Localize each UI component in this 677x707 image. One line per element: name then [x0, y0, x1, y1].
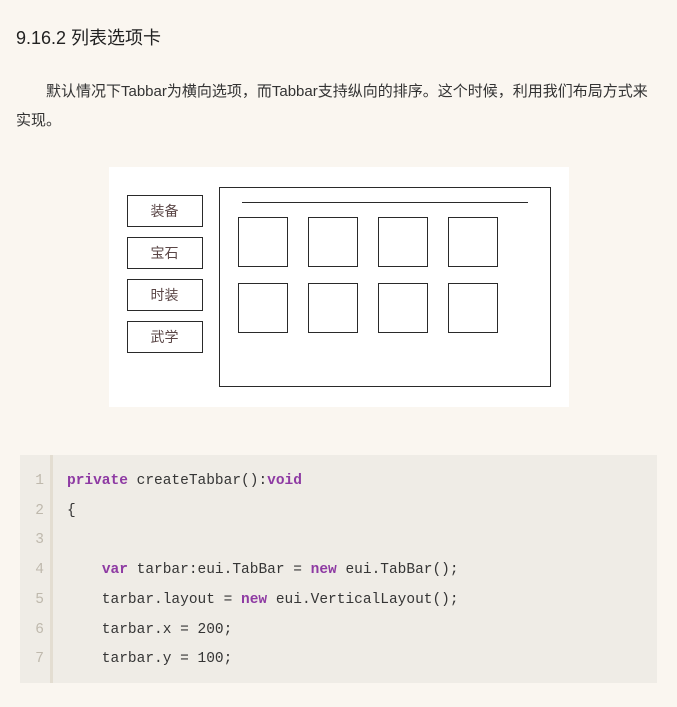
diagram-wrapper: 装备 宝石 时装 武学	[16, 167, 661, 407]
grid-cell	[308, 283, 358, 333]
grid-cell	[238, 283, 288, 333]
panel-top-rule	[242, 202, 528, 203]
tab-martial[interactable]: 武学	[127, 321, 203, 353]
gutter-border	[50, 455, 53, 683]
grid-row	[238, 283, 532, 333]
vertical-tab-column: 装备 宝石 时装 武学	[127, 187, 203, 387]
content-panel	[219, 187, 551, 387]
code-line: {	[67, 497, 459, 527]
code-line: tarbar.layout = new eui.VerticalLayout()…	[67, 586, 459, 616]
line-number: 2	[30, 497, 44, 527]
grid-cell	[448, 283, 498, 333]
code-line	[67, 526, 459, 556]
code-line: tarbar.x = 200;	[67, 616, 459, 646]
grid-cell	[308, 217, 358, 267]
code-line: private createTabbar():void	[67, 467, 459, 497]
tab-fashion[interactable]: 时装	[127, 279, 203, 311]
tabbar-diagram: 装备 宝石 时装 武学	[109, 167, 569, 407]
line-number: 7	[30, 645, 44, 675]
grid-cell	[378, 283, 428, 333]
line-number-gutter: 1234567	[20, 455, 50, 683]
code-line: var tarbar:eui.TabBar = new eui.TabBar()…	[67, 556, 459, 586]
line-number: 6	[30, 616, 44, 646]
grid-cell	[238, 217, 288, 267]
grid-cell	[378, 217, 428, 267]
grid-cell	[448, 217, 498, 267]
tab-equipment[interactable]: 装备	[127, 195, 203, 227]
code-block: 1234567 private createTabbar():void{ var…	[20, 455, 657, 683]
code-line: tarbar.y = 100;	[67, 645, 459, 675]
code-lines: private createTabbar():void{ var tarbar:…	[67, 455, 459, 683]
line-number: 3	[30, 526, 44, 556]
line-number: 5	[30, 586, 44, 616]
section-heading: 9.16.2 列表选项卡	[16, 24, 661, 50]
intro-paragraph: 默认情况下Tabbar为横向选项，而Tabbar支持纵向的排序。这个时候，利用我…	[16, 78, 661, 135]
line-number: 4	[30, 556, 44, 586]
grid-row	[238, 217, 532, 267]
item-grid	[238, 217, 532, 333]
tab-gem[interactable]: 宝石	[127, 237, 203, 269]
line-number: 1	[30, 467, 44, 497]
